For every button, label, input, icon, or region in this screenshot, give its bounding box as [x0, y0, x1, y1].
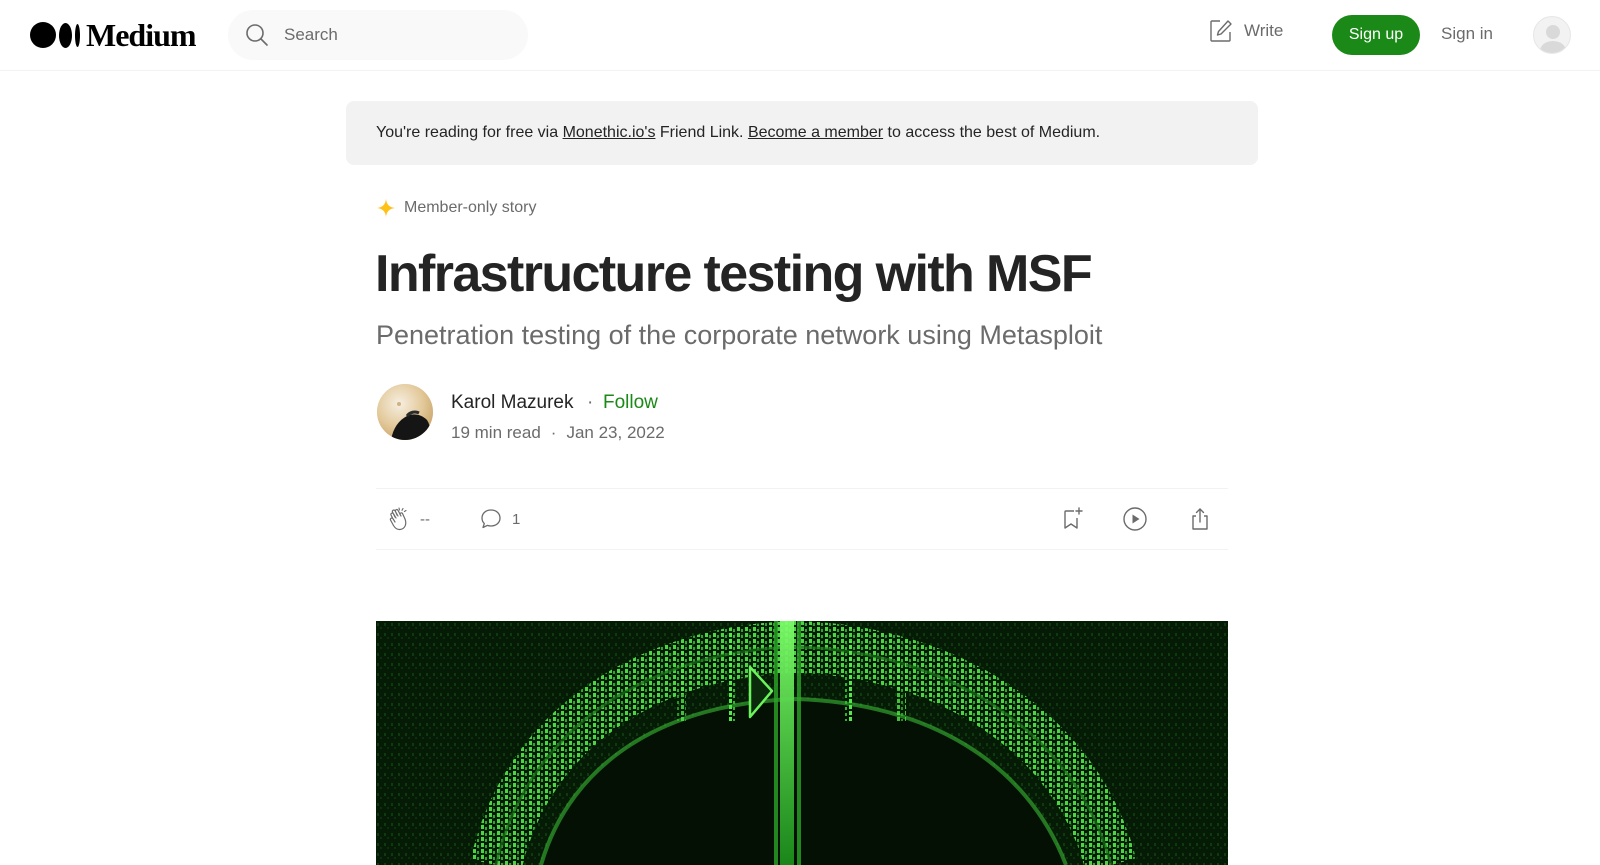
play-icon: [1123, 507, 1147, 531]
bookmark-button[interactable]: [1059, 506, 1085, 532]
medium-logo-mark-icon: [30, 22, 80, 48]
publish-date: Jan 23, 2022: [566, 423, 665, 442]
article-action-bar: -- 1: [376, 488, 1228, 550]
share-button[interactable]: [1187, 506, 1213, 532]
search-input[interactable]: [284, 25, 504, 45]
medium-logo[interactable]: Medium: [30, 16, 197, 53]
author-avatar[interactable]: [377, 384, 433, 440]
sign-up-button[interactable]: Sign up: [1332, 15, 1420, 55]
search-icon: [246, 24, 268, 46]
write-button[interactable]: Write: [1208, 18, 1283, 44]
comment-icon: [481, 509, 501, 529]
sign-in-link[interactable]: Sign in: [1441, 24, 1493, 44]
member-only-badge: Member-only story: [376, 198, 536, 218]
top-navigation-bar: Medium Write Sign up Sign in: [0, 0, 1600, 71]
clap-icon: [389, 507, 407, 531]
listen-button[interactable]: [1122, 506, 1148, 532]
responses-button[interactable]: 1: [478, 506, 520, 532]
follow-button[interactable]: Follow: [603, 392, 658, 414]
author-separator: ·: [587, 392, 594, 413]
share-icon: [1192, 508, 1208, 530]
article-hero-image: [376, 621, 1228, 865]
sparkle-star-icon: [377, 199, 395, 217]
friend-link[interactable]: Monethic.io's: [563, 124, 656, 142]
article-title: Infrastructure testing with MSF: [375, 245, 1093, 303]
responses-count: 1: [512, 510, 521, 528]
banner-middle: Friend Link.: [655, 124, 748, 141]
write-icon: [1210, 20, 1232, 42]
meta-separator: ·: [550, 423, 557, 442]
become-member-link[interactable]: Become a member: [748, 124, 883, 142]
clap-count: --: [420, 510, 430, 528]
friend-link-banner: You're reading for free via Monethic.io'…: [346, 101, 1258, 165]
banner-prefix: You're reading for free via: [376, 124, 563, 141]
article-subtitle: Penetration testing of the corporate net…: [376, 320, 1103, 350]
search-box[interactable]: [228, 10, 528, 60]
user-avatar-icon[interactable]: [1533, 16, 1571, 54]
clap-button[interactable]: --: [386, 506, 430, 532]
banner-suffix: to access the best of Medium.: [883, 124, 1101, 141]
write-label: Write: [1244, 21, 1284, 40]
bookmark-add-icon: [1064, 507, 1083, 529]
article-meta: 19 min read · Jan 23, 2022: [451, 423, 665, 443]
member-only-label: Member-only story: [404, 199, 537, 216]
read-time: 19 min read: [451, 423, 541, 442]
author-name[interactable]: Karol Mazurek: [451, 392, 574, 414]
medium-logo-text: Medium: [86, 16, 197, 53]
